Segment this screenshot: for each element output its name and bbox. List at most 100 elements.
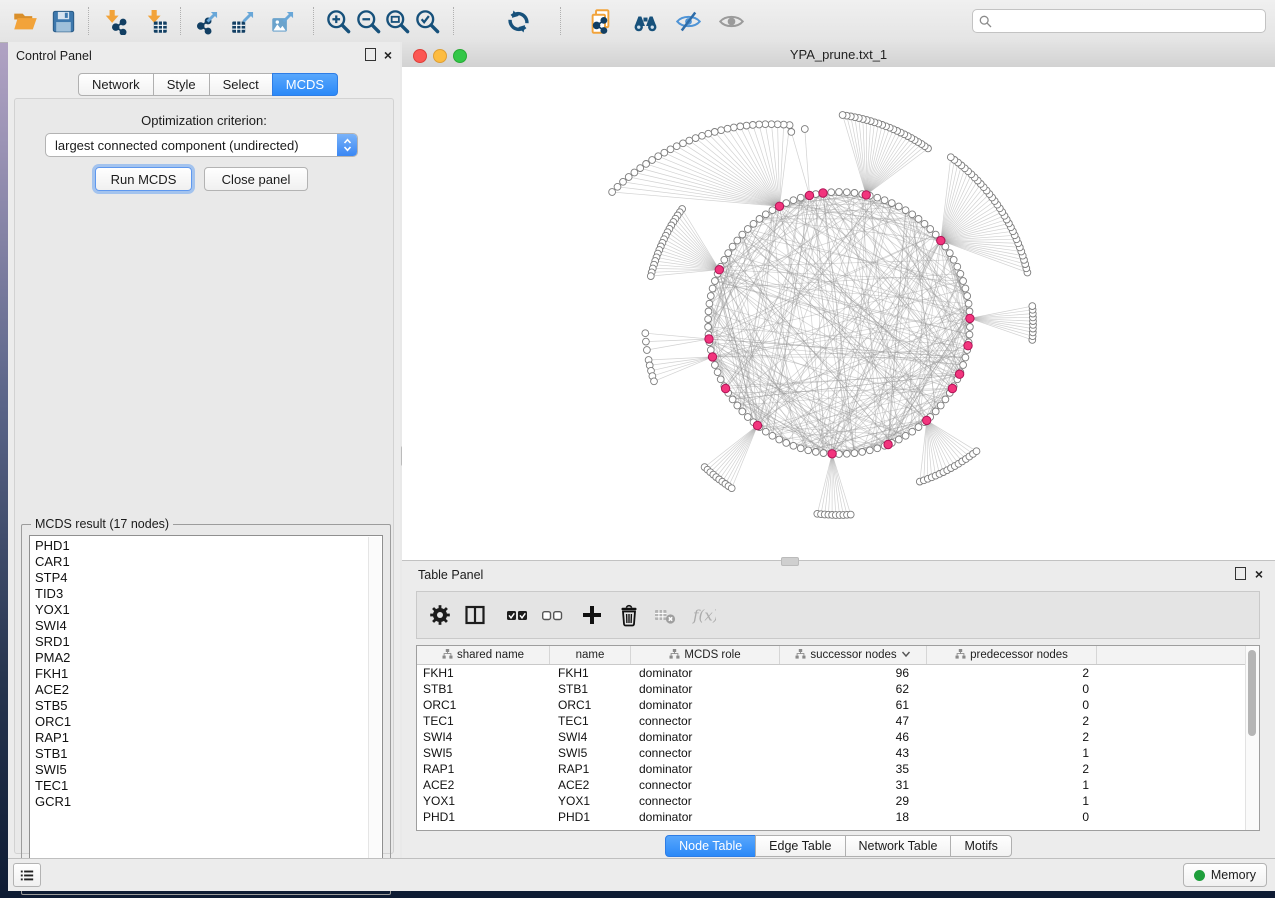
tab-network-table[interactable]: Network Table (845, 835, 952, 857)
graph-node[interactable] (737, 123, 744, 130)
graph-node[interactable] (762, 211, 769, 218)
graph-node[interactable] (776, 436, 783, 443)
graph-node[interactable] (950, 256, 957, 263)
column-header-name[interactable]: name (550, 646, 631, 664)
table-row[interactable]: STB1STB1dominator620 (417, 681, 1245, 697)
graph-node[interactable] (756, 121, 763, 128)
graph-node[interactable] (866, 447, 873, 454)
mcds-result-item[interactable]: SWI4 (35, 618, 382, 634)
delete-column-icon[interactable] (614, 600, 644, 630)
column-header-predecessor-nodes[interactable]: predecessor nodes (927, 646, 1097, 664)
graph-node[interactable] (783, 440, 790, 447)
deselect-all-icon[interactable] (537, 600, 567, 630)
graph-node[interactable] (728, 485, 735, 492)
graph-node[interactable] (960, 278, 967, 285)
graph-node[interactable] (843, 450, 850, 457)
mcds-result-item[interactable]: STP4 (35, 570, 382, 586)
tab-node-table[interactable]: Node Table (665, 835, 756, 857)
list-scrollbar-track[interactable] (368, 537, 381, 885)
graph-node[interactable] (706, 300, 713, 307)
close-panel-button[interactable]: Close panel (204, 167, 308, 191)
table-row[interactable]: RAP1RAP1dominator352 (417, 761, 1245, 777)
graph-node[interactable] (620, 178, 627, 185)
graph-node[interactable] (927, 226, 934, 233)
graph-node[interactable] (762, 428, 769, 435)
graph-node[interactable] (769, 432, 776, 439)
graph-node[interactable] (644, 347, 651, 354)
column-header-shared-name[interactable]: shared name (417, 646, 550, 664)
mcds-result-item[interactable]: GCR1 (35, 794, 382, 810)
graph-dominator-node[interactable] (862, 191, 870, 199)
table-row[interactable]: FKH1FKH1dominator962 (417, 665, 1245, 681)
mcds-result-item[interactable]: PHD1 (35, 538, 382, 554)
mcds-result-item[interactable]: STB5 (35, 698, 382, 714)
table-row[interactable]: TEC1TEC1connector472 (417, 713, 1245, 729)
export-network-icon[interactable] (190, 5, 224, 37)
graph-node[interactable] (643, 338, 650, 345)
graph-node[interactable] (743, 122, 750, 129)
graph-node[interactable] (921, 220, 928, 227)
graph-node[interactable] (851, 190, 858, 197)
graph-node[interactable] (709, 285, 716, 292)
graph-node[interactable] (686, 137, 693, 144)
graph-node[interactable] (721, 256, 728, 263)
open-file-icon[interactable] (8, 5, 42, 37)
mcds-result-item[interactable]: ORC1 (35, 714, 382, 730)
graph-node[interactable] (788, 129, 795, 136)
graph-node[interactable] (734, 402, 741, 409)
hide-selected-icon[interactable] (671, 5, 705, 37)
column-header-successor-nodes[interactable]: successor nodes (780, 646, 927, 664)
graph-dominator-node[interactable] (708, 353, 716, 361)
export-table-icon[interactable] (226, 5, 260, 37)
graph-node[interactable] (801, 126, 808, 133)
graph-dominator-node[interactable] (715, 266, 723, 274)
graph-dominator-node[interactable] (948, 384, 956, 392)
graph-node[interactable] (714, 369, 721, 376)
tab-style[interactable]: Style (153, 73, 210, 96)
graph-node[interactable] (805, 447, 812, 454)
graph-node[interactable] (631, 169, 638, 176)
share-document-icon[interactable] (583, 5, 617, 37)
graph-node[interactable] (957, 270, 964, 277)
graph-node[interactable] (851, 450, 858, 457)
graph-node[interactable] (812, 449, 819, 456)
graph-node[interactable] (836, 189, 843, 196)
graph-node[interactable] (942, 396, 949, 403)
graph-node[interactable] (712, 362, 719, 369)
select-all-icon[interactable] (502, 600, 532, 630)
graph-node[interactable] (843, 189, 850, 196)
graph-node[interactable] (756, 216, 763, 223)
graph-node[interactable] (705, 130, 712, 137)
memory-button[interactable]: Memory (1183, 863, 1267, 887)
graph-node[interactable] (797, 194, 804, 201)
table-scrollbar-thumb[interactable] (1248, 650, 1256, 736)
graph-node[interactable] (946, 250, 953, 257)
network-graph[interactable] (402, 67, 1275, 560)
graph-node[interactable] (954, 263, 961, 270)
table-row[interactable]: ORC1ORC1dominator610 (417, 697, 1245, 713)
show-all-icon[interactable] (714, 5, 748, 37)
graph-node[interactable] (699, 132, 706, 139)
graph-node[interactable] (651, 378, 658, 385)
graph-dominator-node[interactable] (955, 370, 963, 378)
graph-node[interactable] (902, 432, 909, 439)
import-network-icon[interactable] (96, 5, 130, 37)
column-header-MCDS-role[interactable]: MCDS role (631, 646, 780, 664)
graph-node[interactable] (973, 448, 980, 455)
table-scrollbar-track[interactable] (1245, 646, 1259, 830)
graph-node[interactable] (962, 285, 969, 292)
graph-node[interactable] (643, 161, 650, 168)
graph-node[interactable] (932, 408, 939, 415)
graph-node[interactable] (734, 237, 741, 244)
graph-node[interactable] (881, 197, 888, 204)
graph-node[interactable] (637, 165, 644, 172)
mcds-result-item[interactable]: TID3 (35, 586, 382, 602)
graph-node[interactable] (915, 216, 922, 223)
mcds-result-item[interactable]: YOX1 (35, 602, 382, 618)
export-image-icon[interactable] (266, 5, 300, 37)
graph-node[interactable] (874, 445, 881, 452)
graph-node[interactable] (960, 362, 967, 369)
optimization-criterion-select[interactable]: largest connected component (undirected) (45, 133, 358, 157)
refresh-icon[interactable] (501, 5, 535, 37)
mcds-result-item[interactable]: TEC1 (35, 778, 382, 794)
